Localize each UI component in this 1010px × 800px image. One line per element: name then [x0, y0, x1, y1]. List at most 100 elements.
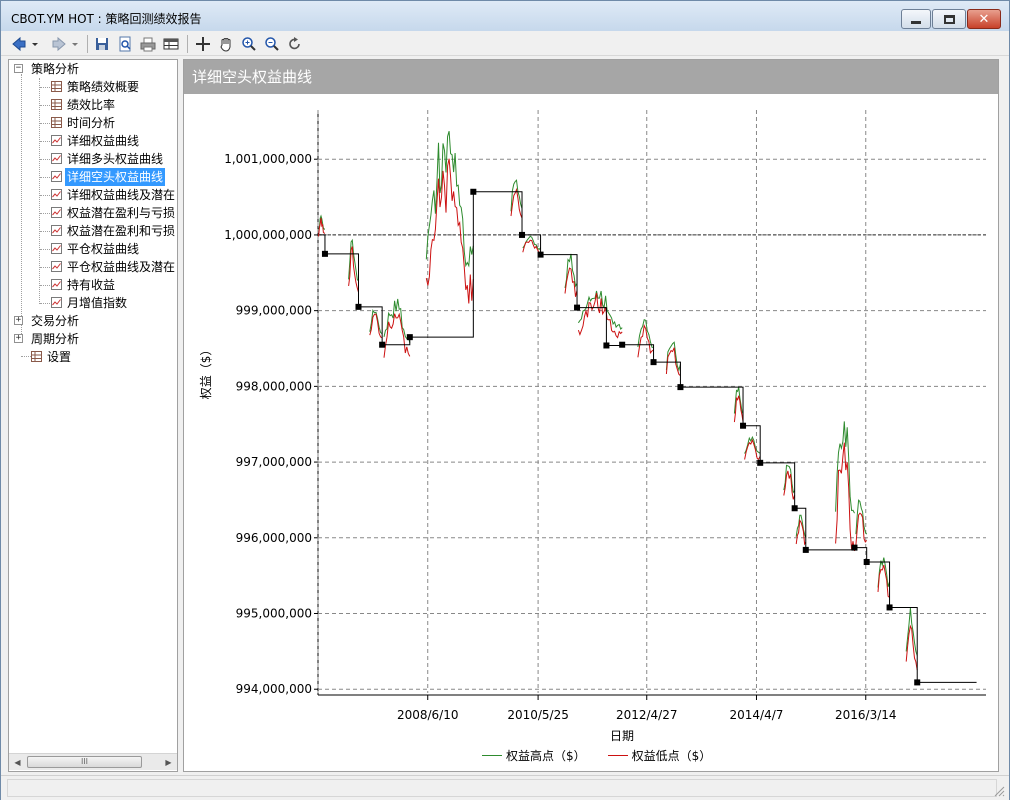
tree-node-label: 设置 [47, 350, 72, 364]
scroll-left-icon[interactable]: ◀ [9, 754, 26, 770]
legend-label: 权益低点（$） [631, 748, 712, 763]
legend-label: 权益高点（$） [506, 748, 586, 763]
status-bar [1, 775, 1009, 800]
tree-item[interactable]: 月增值指数 [13, 294, 129, 312]
app-window: CBOT.YM HOT : 策略回测绩效报告 ✕ − 策略分析 策略绩效概要 绩… [0, 0, 1010, 800]
forward-button[interactable] [49, 34, 69, 54]
legend-swatch-low [607, 754, 628, 756]
tree-line [40, 177, 50, 178]
scroll-right-icon[interactable]: ▶ [160, 754, 177, 770]
equity-step-marker [914, 679, 921, 686]
table-icon [51, 99, 62, 110]
tree-item[interactable]: 详细多头权益曲线 [13, 150, 165, 168]
equity-step-marker [757, 459, 764, 466]
equity-step-marker [851, 544, 858, 551]
tree-item-label: 策略绩效概要 [67, 80, 140, 94]
print-icon [140, 37, 156, 52]
tree-item[interactable]: 平仓权益曲线 [13, 240, 141, 258]
scroll-thumb[interactable]: III [27, 756, 142, 768]
tree-item-label: 详细空头权益曲线 [65, 168, 166, 186]
expand-icon[interactable]: + [14, 316, 23, 325]
collapse-icon[interactable]: − [14, 64, 23, 73]
series-low-segment [577, 293, 623, 339]
tree-item[interactable]: 详细空头权益曲线 [13, 168, 166, 186]
series-high-segment [835, 421, 855, 514]
equity-step-marker [740, 422, 747, 429]
y-tick-label: 995,000,000 [236, 607, 312, 621]
x-tick-label: 2010/5/25 [507, 708, 569, 722]
forward-dropdown[interactable] [69, 34, 81, 54]
navigation-tree: − 策略分析 策略绩效概要 绩效比率时间分析 详细权益曲线 详细多头权益曲线 详细空头权… [8, 59, 178, 772]
x-tick-label: 2016/3/14 [835, 708, 897, 722]
maximize-button[interactable] [932, 9, 966, 29]
close-button[interactable]: ✕ [967, 9, 1001, 29]
tree-item-label: 权益潜在盈利与亏损 [67, 206, 176, 220]
chart-icon [51, 153, 62, 164]
pan-hand-icon [220, 38, 231, 52]
chart-legend: 权益高点（$） 权益低点（$） [482, 746, 733, 764]
pan-button[interactable] [216, 34, 236, 54]
tree-item[interactable]: 权益潜在盈利和亏损 [13, 222, 177, 240]
tree-line [40, 267, 50, 268]
chart-icon [51, 279, 62, 290]
save-icon [96, 38, 108, 50]
maximize-icon [943, 14, 955, 24]
print-button[interactable] [138, 34, 158, 54]
zoom-in-button[interactable] [239, 34, 259, 54]
series-low-segment [744, 438, 761, 461]
tree-node-strategy-analysis[interactable]: − 策略分析 [13, 60, 81, 78]
tree-horizontal-scrollbar[interactable]: ◀ III ▶ [9, 753, 177, 770]
dropdown-icon [72, 43, 78, 46]
status-cell [7, 779, 997, 797]
crosshair-button[interactable] [193, 34, 213, 54]
equity-step-marker [574, 304, 581, 311]
x-tick-label: 2008/6/10 [397, 708, 459, 722]
tree-item[interactable]: 时间分析 [13, 114, 117, 132]
zoom-out-icon [265, 37, 279, 51]
tree-item-label: 平仓权益曲线 [67, 242, 140, 256]
table-icon [31, 351, 42, 362]
expand-icon[interactable]: + [14, 334, 23, 343]
y-tick-label: 998,000,000 [236, 379, 312, 393]
tree-line [40, 87, 50, 88]
tree-item[interactable]: 详细权益曲线 [13, 132, 141, 150]
tree-item[interactable]: 详细权益曲线及潜在 [13, 186, 177, 204]
chart-icon [51, 225, 62, 236]
tree-node-trade-analysis[interactable]: + 交易分析 [13, 312, 81, 330]
tree-node-settings[interactable]: 设置 [13, 348, 73, 366]
legend-swatch-high [482, 754, 502, 756]
tree-item-label: 绩效比率 [67, 98, 116, 112]
tree-node-period-analysis[interactable]: + 周期分析 [13, 330, 81, 348]
tree-node-label: 周期分析 [31, 332, 80, 346]
tree-line [40, 123, 50, 124]
print-preview-button[interactable] [115, 34, 135, 54]
equity-step-marker [650, 359, 657, 366]
chart-icon [51, 243, 62, 254]
chart-panel: 详细空头权益曲线 994,000,000 995,000,000 996,000,0… [183, 59, 999, 772]
equity-step-marker [537, 251, 544, 258]
tree-item[interactable]: 持有收益 [13, 276, 117, 294]
tree-item[interactable]: 权益潜在盈利与亏损 [13, 204, 177, 222]
x-tick-label: 2012/4/27 [616, 708, 678, 722]
chart-icon [51, 297, 62, 308]
table-view-button[interactable] [161, 34, 181, 54]
tree-item[interactable]: 平仓权益曲线及潜在 [13, 258, 177, 276]
minimize-button[interactable] [901, 9, 931, 29]
tree-item[interactable]: 策略绩效概要 [13, 78, 141, 96]
back-arrow-icon [12, 36, 26, 52]
legend-item-low: 权益低点（$） [607, 747, 712, 764]
chart-icon [51, 189, 62, 200]
print-preview-icon [119, 36, 131, 52]
table-icon [51, 117, 62, 128]
zoom-out-button[interactable] [262, 34, 282, 54]
tree-line [40, 303, 50, 304]
reset-view-button[interactable] [285, 34, 305, 54]
title-bar[interactable]: CBOT.YM HOT : 策略回测绩效报告 ✕ [1, 1, 1009, 31]
resize-grip-icon[interactable] [993, 785, 1005, 797]
back-dropdown[interactable] [29, 34, 41, 54]
back-button[interactable] [9, 34, 29, 54]
tree-node-label: 交易分析 [31, 314, 80, 328]
equity-chart[interactable]: 994,000,000 995,000,000 996,000,000 997,000… [184, 60, 998, 771]
tree-item[interactable]: 绩效比率 [13, 96, 117, 114]
save-button[interactable] [92, 34, 112, 54]
